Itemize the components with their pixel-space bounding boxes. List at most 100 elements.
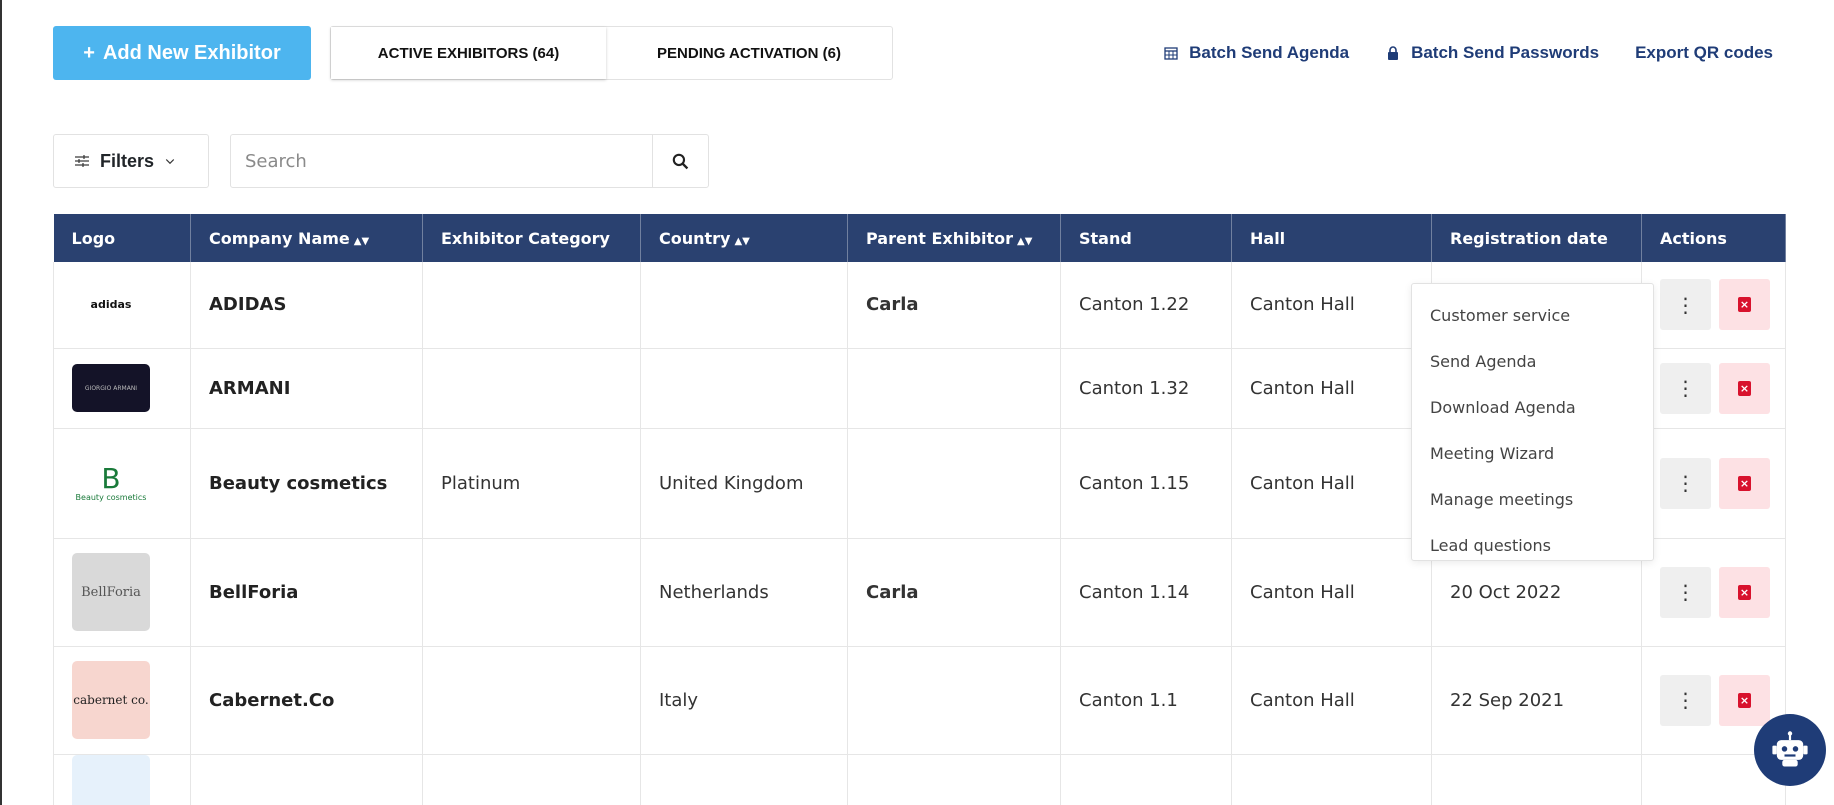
category-cell (422, 754, 641, 805)
trash-icon: × (1738, 584, 1751, 600)
category-cell (422, 348, 641, 429)
col-country[interactable]: Country ▲▼ (640, 214, 848, 262)
col-company-name[interactable]: Company Name ▲▼ (190, 214, 423, 262)
category-cell (422, 262, 641, 349)
parent-cell: Carla (847, 262, 1061, 349)
chevron-down-icon (165, 159, 175, 165)
lock-icon (1388, 46, 1399, 60)
delete-button[interactable]: × (1719, 566, 1770, 618)
company-logo: cabernet co. (72, 661, 150, 739)
company-logo: BellForia (72, 553, 150, 631)
batch-actions: Batch Send Agenda Batch Send Passwords E… (1163, 26, 1773, 80)
country-cell: Netherlands (640, 538, 848, 647)
menu-item-customer-service[interactable]: Customer service (1412, 292, 1653, 338)
parent-cell (847, 754, 1061, 805)
more-options-button[interactable]: ⋮ (1660, 674, 1711, 726)
logo-cell: adidas (53, 262, 191, 349)
logo-text: cabernet co. (73, 693, 149, 707)
col-logo: Logo (53, 214, 191, 262)
trash-icon: × (1738, 297, 1751, 313)
more-options-button[interactable]: ⋮ (1660, 566, 1711, 618)
stand-cell: Canton 1.1 (1060, 646, 1232, 755)
trash-icon: × (1738, 692, 1751, 708)
company-logo: adidas (72, 281, 150, 329)
company-name-cell[interactable]: Cabernet.Co (190, 646, 423, 755)
search-icon (672, 153, 689, 169)
search-button[interactable] (652, 135, 708, 187)
add-new-exhibitor-button[interactable]: + Add New Exhibitor (53, 26, 311, 80)
hall-cell: Canton Hall (1231, 538, 1432, 647)
stand-cell: Canton 1.14 (1060, 538, 1232, 647)
delete-button[interactable]: × (1719, 674, 1770, 726)
stand-cell: Canton 1.22 (1060, 262, 1232, 349)
col-logo-label: Logo (71, 228, 116, 248)
calendar-icon (1164, 47, 1178, 60)
delete-button[interactable]: × (1719, 362, 1770, 414)
country-cell: United Kingdom (640, 428, 848, 539)
batch-send-passwords-link[interactable]: Batch Send Passwords (1385, 43, 1599, 63)
table-row: cabernet co. Cabernet.Co Italy Canton 1.… (53, 646, 1786, 755)
toolbar: + Add New Exhibitor ACTIVE EXHIBITORS (6… (53, 26, 1773, 80)
filters-button[interactable]: Filters (53, 134, 209, 188)
hall-cell: Canton Hall (1231, 348, 1432, 429)
country-cell (640, 348, 848, 429)
logo-text: Beauty cosmetics (75, 492, 147, 502)
parent-cell (847, 348, 1061, 429)
batch-send-passwords-label: Batch Send Passwords (1411, 43, 1600, 62)
batch-send-agenda-label: Batch Send Agenda (1189, 43, 1350, 62)
country-cell (640, 754, 848, 805)
country-cell: Italy (640, 646, 848, 755)
parent-cell (847, 428, 1061, 539)
stand-cell (1060, 754, 1232, 805)
logo-mark: B (101, 461, 121, 495)
menu-item-send-agenda[interactable]: Send Agenda (1412, 338, 1653, 384)
trash-icon: × (1738, 475, 1751, 491)
sort-icon: ▲▼ (353, 235, 370, 247)
chatbot-button[interactable] (1754, 714, 1826, 786)
more-options-button[interactable]: ⋮ (1660, 279, 1711, 331)
logo-text: BellForia (81, 584, 141, 600)
category-cell: Platinum (422, 428, 641, 539)
col-stand: Stand (1060, 214, 1232, 262)
menu-item-download-agenda[interactable]: Download Agenda (1412, 384, 1653, 430)
company-logo (72, 754, 150, 805)
company-name-cell[interactable]: BellForia (190, 538, 423, 647)
sort-icon: ▲▼ (1017, 235, 1033, 247)
actions-cell: ⋮ × (1641, 348, 1786, 429)
company-name-cell[interactable]: ADIDAS (190, 262, 423, 349)
actions-cell: ⋮ × (1641, 428, 1786, 539)
tab-pending-activation[interactable]: PENDING ACTIVATION (6) (606, 27, 892, 79)
col-exhibitor-category: Exhibitor Category (422, 214, 641, 262)
batch-send-agenda-link[interactable]: Batch Send Agenda (1163, 43, 1349, 63)
col-parent-exhibitor[interactable]: Parent Exhibitor ▲▼ (847, 214, 1061, 262)
more-options-button[interactable]: ⋮ (1660, 362, 1711, 414)
stand-cell: Canton 1.32 (1060, 348, 1232, 429)
more-options-button[interactable]: ⋮ (1660, 457, 1711, 509)
col-actions: Actions (1641, 214, 1786, 262)
add-button-label: Add New Exhibitor (102, 41, 281, 64)
category-cell (422, 646, 641, 755)
col-exhibitor-category-label: Exhibitor Category (441, 228, 610, 248)
logo-cell: GIORGIO ARMANI (53, 348, 191, 429)
company-name-cell (190, 754, 423, 805)
col-registration-date-label: Registration date (1450, 228, 1608, 248)
delete-button[interactable]: × (1719, 279, 1770, 331)
search-input[interactable] (231, 135, 652, 187)
menu-item-manage-meetings[interactable]: Manage meetings (1412, 476, 1653, 522)
search-bar (230, 134, 709, 188)
col-hall: Hall (1231, 214, 1432, 262)
table-row (53, 754, 1786, 805)
company-name-cell[interactable]: ARMANI (190, 348, 423, 429)
col-stand-label: Stand (1079, 228, 1132, 248)
plus-icon: + (83, 41, 95, 64)
tab-active-exhibitors[interactable]: ACTIVE EXHIBITORS (64) (331, 27, 606, 79)
date-cell (1431, 754, 1642, 805)
company-name-cell[interactable]: Beauty cosmetics (190, 428, 423, 539)
col-company-name-label: Company Name (209, 228, 350, 248)
export-qr-codes-link[interactable]: Export QR codes (1635, 43, 1773, 63)
menu-item-lead-questions[interactable]: Lead questions (1412, 522, 1653, 568)
menu-item-meeting-wizard[interactable]: Meeting Wizard (1412, 430, 1653, 476)
col-registration-date: Registration date (1431, 214, 1642, 262)
delete-button[interactable]: × (1719, 457, 1770, 509)
col-country-label: Country (659, 228, 731, 248)
